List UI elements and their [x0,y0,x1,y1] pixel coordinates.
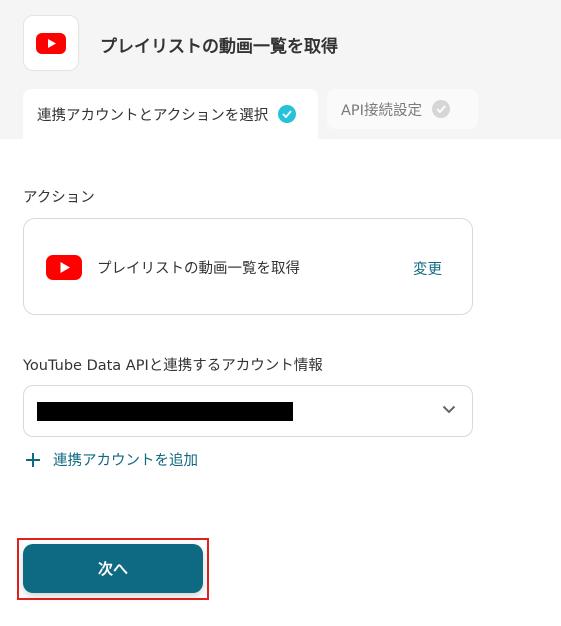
check-circle-icon [278,105,297,123]
account-select[interactable] [23,385,473,437]
tab-label: API接続設定 [341,102,422,119]
tab-label: 連携アカウントとアクションを選択 [37,107,269,124]
app-icon-tile [23,15,79,71]
next-button[interactable]: 次へ [23,544,203,593]
account-section-label: YouTube Data APIと連携するアカウント情報 [23,358,323,374]
add-account-link[interactable]: 連携アカウントを追加 [25,449,198,470]
tab-api-settings[interactable]: API接続設定 [327,89,478,129]
tab-select-account-action[interactable]: 連携アカウントとアクションを選択 [23,89,318,139]
add-account-label: 連携アカウントを追加 [53,453,198,469]
page-title: プレイリストの動画一覧を取得 [100,37,338,57]
action-section-label: アクション [23,190,95,206]
redacted-account-value [37,402,293,421]
action-name: プレイリストの動画一覧を取得 [97,261,300,277]
youtube-icon [36,32,66,54]
youtube-icon [46,255,82,280]
action-card: プレイリストの動画一覧を取得 変更 [23,218,473,315]
change-action-link[interactable]: 変更 [413,258,442,279]
chevron-down-icon [442,405,456,414]
plus-icon [26,452,40,467]
check-circle-icon [431,100,450,118]
